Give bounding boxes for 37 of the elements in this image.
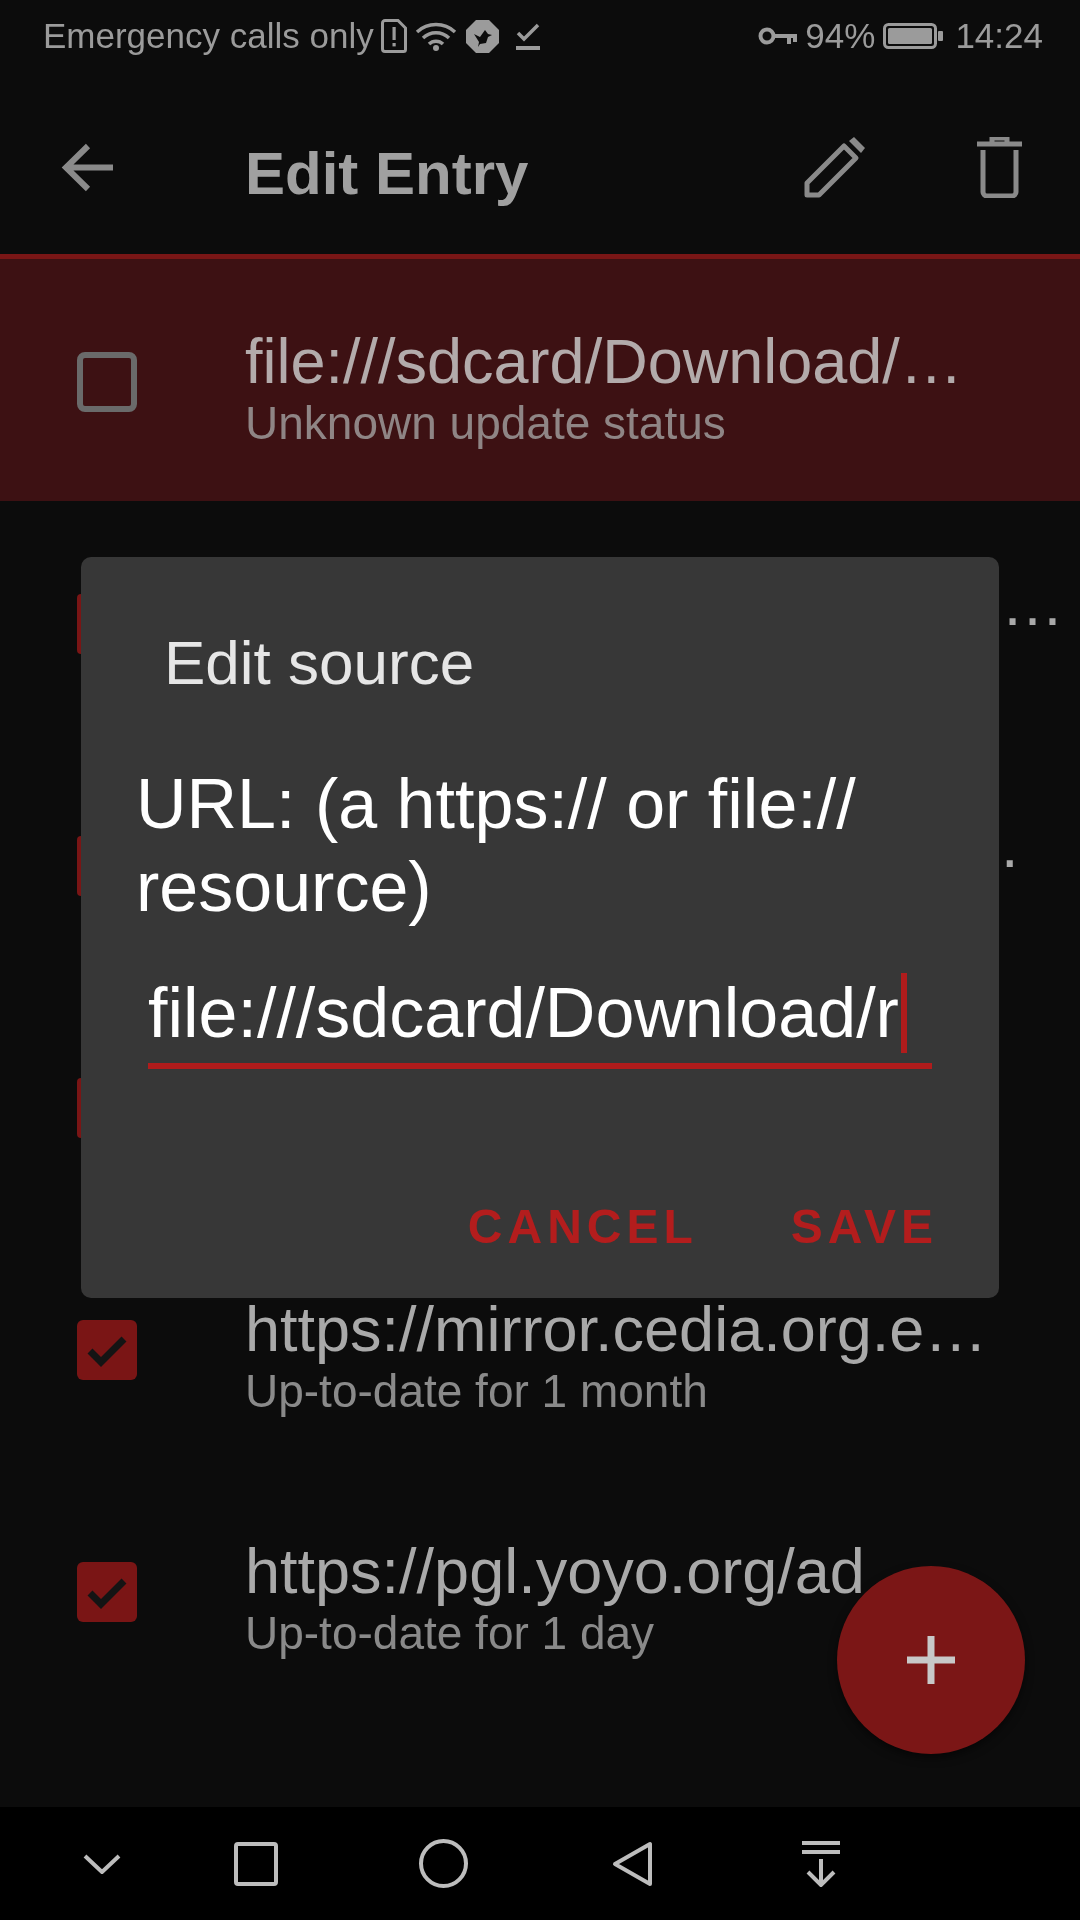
battery-icon [883,23,944,49]
plus-icon [907,1636,955,1684]
entry-url: … [1001,569,1064,637]
circle-icon[interactable] [419,1839,468,1888]
checkbox[interactable] [77,352,137,412]
checkbox[interactable] [77,1562,137,1622]
sim-alert-icon [380,19,407,53]
url-field[interactable]: file:///sdcard/Download/r [148,973,932,1069]
key-icon [758,26,798,46]
checkbox[interactable] [77,836,81,896]
entry-url: https://pgl.yoyo.org/ad [245,1537,865,1605]
square-icon[interactable] [234,1841,278,1886]
octagon-badge-icon [465,19,499,53]
entry-url: . [1001,811,1019,879]
list-item[interactable]: file:///sdcard/Download/… Unknown update status [0,259,1080,501]
trash-icon[interactable] [977,136,1022,198]
entry-status: Up-to-date for 1 day [245,1606,656,1661]
wifi-icon [414,21,457,51]
entry-url: file:///sdcard/Download/… [245,327,963,395]
toolbar-title: Edit Entry [245,139,529,204]
lines-down-arrow-icon[interactable] [800,1840,842,1887]
checkbox[interactable] [77,1320,137,1380]
carrier-text: Emergency calls only [43,16,374,56]
battery-percent: 94% [805,16,876,56]
pencil-icon[interactable] [804,136,866,198]
checkbox[interactable] [77,594,81,654]
dialog-title: Edit source [164,627,476,699]
checkbox[interactable] [77,1078,81,1138]
dialog-message: URL: (a https:// or file:// resource) [136,764,857,928]
triangle-icon[interactable] [612,1840,653,1887]
check-underline-icon [514,22,541,50]
entry-status: Unknown update status [245,396,727,451]
chevron-down-icon[interactable] [83,1853,121,1874]
clock-time: 14:24 [955,16,1043,56]
entry-status: Up-to-date for 1 month [245,1364,709,1419]
entry-url: https://mirror.cedia.org.e… [245,1295,988,1363]
list-item[interactable]: https://pgl.yoyo.org/ad Up-to-date for 1 day [0,1469,1080,1711]
